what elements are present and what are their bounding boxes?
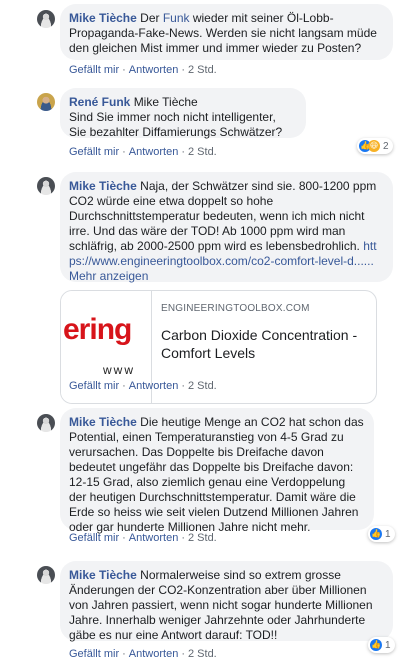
reaction-count: 1	[385, 528, 391, 540]
avatar[interactable]	[37, 177, 55, 195]
reply-link[interactable]: Antworten	[129, 648, 179, 660]
preview-title[interactable]: Carbon Dioxide Concentration - Comfort L…	[161, 326, 371, 362]
timestamp[interactable]: 2 Std.	[188, 64, 217, 76]
like-link[interactable]: Gefällt mir	[69, 648, 119, 660]
comment-actions: Gefällt mir · Antworten · 2 Std.	[69, 64, 217, 76]
comment-actions: Gefällt mir · Antworten · 2 Std.	[69, 380, 217, 392]
comment-author[interactable]: Mike Tièche	[69, 179, 137, 193]
comment-author[interactable]: Mike Tièche	[69, 11, 137, 25]
reply-link[interactable]: Antworten	[129, 146, 179, 158]
thumbnail-logo-text: ering	[63, 313, 132, 346]
preview-domain: ENGINEERINGTOOLBOX.COM	[161, 303, 310, 314]
thumbnail-www-text: www	[103, 363, 135, 377]
comment-text: Die heutige Menge an CO2 hat schon das P…	[69, 415, 364, 534]
reaction-summary[interactable]: 👍 😆 2	[357, 138, 393, 154]
avatar[interactable]	[37, 10, 55, 28]
avatar[interactable]	[37, 414, 55, 432]
like-icon: 👍	[370, 528, 382, 540]
comment-author[interactable]: Mike Tièche	[69, 568, 137, 582]
comment-bubble: Mike Tièche Naja, der Schwätzer sind sie…	[60, 172, 393, 283]
like-link[interactable]: Gefällt mir	[69, 146, 119, 158]
reply-link[interactable]: Antworten	[129, 532, 179, 544]
avatar[interactable]	[37, 566, 55, 584]
like-link[interactable]: Gefällt mir	[69, 380, 119, 392]
comment-bubble: Mike Tièche Die heutige Menge an CO2 hat…	[60, 408, 374, 534]
comment-text: Sind Sie immer noch nicht intelligenter,…	[69, 110, 283, 139]
haha-icon: 😆	[368, 140, 380, 152]
timestamp[interactable]: 2 Std.	[188, 648, 217, 660]
reaction-summary[interactable]: 👍 1	[368, 637, 395, 653]
comment-actions: Gefällt mir · Antworten · 2 Std.	[69, 532, 217, 544]
comment-bubble: René Funk Mike Tièche Sind Sie immer noc…	[60, 88, 306, 139]
comment-author[interactable]: Mike Tièche	[69, 415, 137, 429]
mention-tag[interactable]: Funk	[163, 11, 190, 25]
like-link[interactable]: Gefällt mir	[69, 532, 119, 544]
see-more-link[interactable]: Mehr anzeigen	[69, 269, 148, 283]
reaction-count: 2	[383, 140, 389, 152]
mention-tag[interactable]: Mike Tièche	[134, 95, 198, 109]
comment-bubble: Mike Tièche Der Funk wieder mit seiner Ö…	[60, 4, 393, 60]
avatar[interactable]	[37, 93, 55, 111]
comment-bubble: Mike Tièche Normalerweise sind so extrem…	[60, 561, 393, 642]
comment-actions: Gefällt mir · Antworten · 2 Std.	[69, 146, 217, 158]
comment-text: Der	[136, 11, 163, 25]
reply-link[interactable]: Antworten	[129, 380, 179, 392]
like-icon: 👍	[370, 639, 382, 651]
timestamp[interactable]: 2 Std.	[188, 380, 217, 392]
reply-link[interactable]: Antworten	[129, 64, 179, 76]
timestamp[interactable]: 2 Std.	[188, 146, 217, 158]
like-link[interactable]: Gefällt mir	[69, 64, 119, 76]
comment-actions: Gefällt mir · Antworten · 2 Std.	[69, 648, 217, 660]
reaction-count: 1	[385, 639, 391, 651]
comment-author[interactable]: René Funk	[69, 95, 130, 109]
reaction-summary[interactable]: 👍 1	[368, 526, 395, 542]
timestamp[interactable]: 2 Std.	[188, 532, 217, 544]
